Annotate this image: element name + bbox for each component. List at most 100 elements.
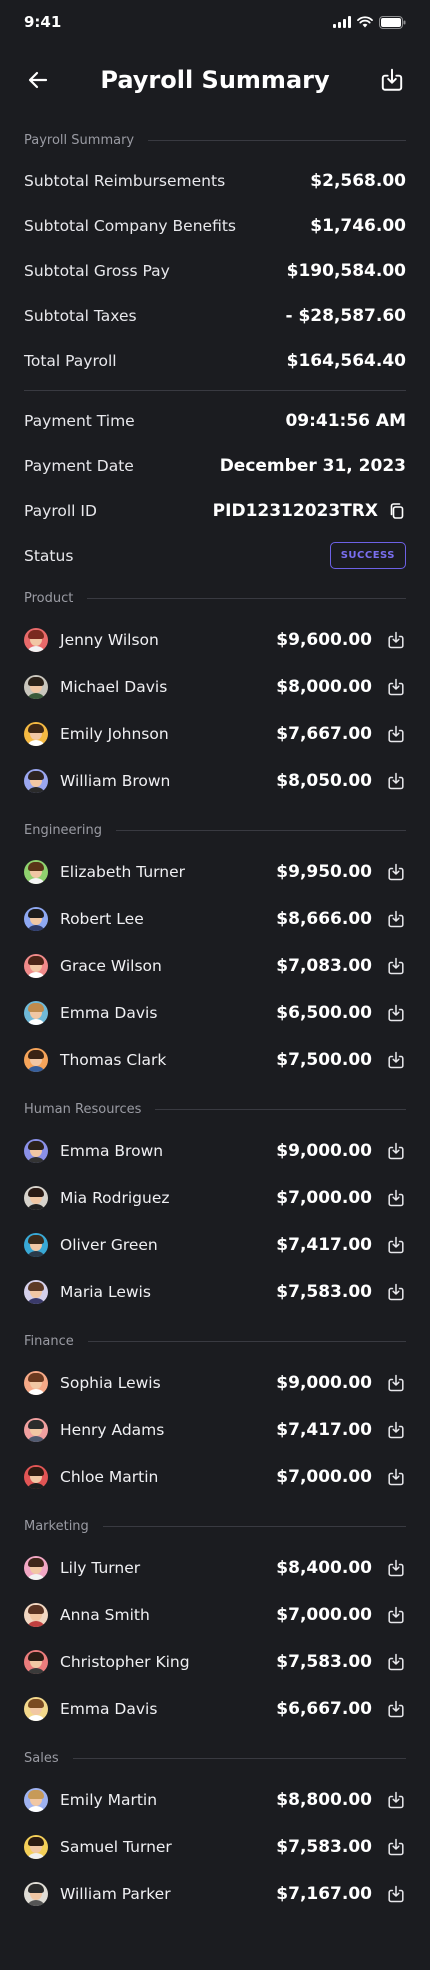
employee-row[interactable]: Emma Davis $6,667.00: [24, 1685, 406, 1732]
employee-row[interactable]: Michael Davis $8,000.00: [24, 663, 406, 710]
download-icon[interactable]: [386, 1652, 406, 1672]
employee-row[interactable]: Anna Smith $7,000.00: [24, 1591, 406, 1638]
wifi-icon: [357, 16, 373, 28]
employee-row[interactable]: Samuel Turner $7,583.00: [24, 1823, 406, 1870]
divider: [24, 390, 406, 391]
employee-amount: $8,050.00: [276, 770, 372, 791]
payroll-id-label: Payroll ID: [24, 501, 97, 520]
employee-amount: $8,666.00: [276, 908, 372, 929]
avatar: [24, 1138, 48, 1163]
download-icon[interactable]: [386, 1373, 406, 1393]
employee-name: Grace Wilson: [60, 956, 162, 975]
back-button[interactable]: [24, 66, 52, 94]
employee-amount: $7,083.00: [276, 955, 372, 976]
payment-date-label: Payment Date: [24, 456, 134, 475]
download-icon[interactable]: [386, 677, 406, 697]
download-icon[interactable]: [386, 1884, 406, 1904]
avatar: [24, 906, 48, 931]
employee-name: Michael Davis: [60, 677, 168, 696]
employee-row[interactable]: Emily Johnson $7,667.00: [24, 710, 406, 757]
payroll-id-row: Payroll ID PID12312023TRX: [24, 488, 406, 533]
department-label: Marketing: [24, 1518, 89, 1534]
employee-row[interactable]: William Parker $7,167.00: [24, 1870, 406, 1917]
summary-row-value: $2,568.00: [310, 170, 406, 191]
employee-name: Emma Brown: [60, 1141, 164, 1160]
employee-row[interactable]: Jenny Wilson $9,600.00: [24, 616, 406, 663]
employee-row[interactable]: Thomas Clark $7,500.00: [24, 1036, 406, 1083]
employee-name: Henry Adams: [60, 1420, 165, 1439]
download-icon[interactable]: [386, 909, 406, 929]
employee-row[interactable]: Christopher King $7,583.00: [24, 1638, 406, 1685]
employee-name: Samuel Turner: [60, 1837, 172, 1856]
download-icon[interactable]: [386, 1837, 406, 1857]
avatar: [24, 768, 48, 793]
avatar: [24, 1279, 48, 1304]
download-icon[interactable]: [386, 1050, 406, 1070]
employee-row[interactable]: Robert Lee $8,666.00: [24, 895, 406, 942]
summary-row: Subtotal Company Benefits $1,746.00: [24, 203, 406, 248]
avatar: [24, 1602, 48, 1627]
download-icon[interactable]: [386, 1235, 406, 1255]
employee-row[interactable]: Chloe Martin $7,000.00: [24, 1453, 406, 1500]
avatar: [24, 1649, 48, 1674]
employee-amount: $7,417.00: [276, 1234, 372, 1255]
avatar: [24, 1000, 48, 1025]
employee-name: Sophia Lewis: [60, 1373, 161, 1392]
download-icon[interactable]: [386, 1188, 406, 1208]
download-icon[interactable]: [386, 956, 406, 976]
department-label: Sales: [24, 1750, 59, 1766]
download-icon[interactable]: [386, 1699, 406, 1719]
section-label: Payroll Summary: [24, 132, 135, 148]
copy-icon[interactable]: [388, 502, 406, 520]
section-divider: [116, 829, 406, 831]
avatar: [24, 1787, 48, 1812]
payment-date-row: Payment Date December 31, 2023: [24, 443, 406, 488]
employee-name: Robert Lee: [60, 909, 144, 928]
download-icon[interactable]: [386, 630, 406, 650]
employee-row[interactable]: Mia Rodriguez $7,000.00: [24, 1174, 406, 1221]
employee-amount: $8,400.00: [276, 1557, 372, 1578]
employee-row[interactable]: Elizabeth Turner $9,950.00: [24, 848, 406, 895]
employee-amount: $7,500.00: [276, 1049, 372, 1070]
employee-row[interactable]: Maria Lewis $7,583.00: [24, 1268, 406, 1315]
employee-row[interactable]: Oliver Green $7,417.00: [24, 1221, 406, 1268]
employee-row[interactable]: William Brown $8,050.00: [24, 757, 406, 804]
status-label: Status: [24, 546, 74, 565]
employee-row[interactable]: Emma Davis $6,500.00: [24, 989, 406, 1036]
employee-row[interactable]: Henry Adams $7,417.00: [24, 1406, 406, 1453]
departments-list: Product Jenny Wilson $9,600.00 Michael Davi…: [0, 586, 430, 1917]
summary-row-value: - $28,587.60: [285, 305, 406, 326]
download-icon[interactable]: [386, 1790, 406, 1810]
download-icon[interactable]: [386, 1141, 406, 1161]
download-icon[interactable]: [386, 1467, 406, 1487]
payroll-id-value: PID12312023TRX: [212, 500, 378, 521]
department-header: Engineering: [24, 818, 406, 842]
employee-name: Anna Smith: [60, 1605, 150, 1624]
download-icon[interactable]: [386, 862, 406, 882]
download-button[interactable]: [378, 66, 406, 94]
download-icon[interactable]: [386, 1003, 406, 1023]
employee-row[interactable]: Emily Martin $8,800.00: [24, 1776, 406, 1823]
employee-row[interactable]: Grace Wilson $7,083.00: [24, 942, 406, 989]
employee-row[interactable]: Lily Turner $8,400.00: [24, 1544, 406, 1591]
download-icon[interactable]: [386, 1282, 406, 1302]
download-icon[interactable]: [386, 724, 406, 744]
section-divider: [87, 597, 406, 599]
download-icon[interactable]: [386, 1558, 406, 1578]
avatar: [24, 1881, 48, 1906]
avatar: [24, 1232, 48, 1257]
download-icon[interactable]: [386, 771, 406, 791]
employee-amount: $7,583.00: [276, 1651, 372, 1672]
avatar: [24, 859, 48, 884]
download-icon[interactable]: [386, 1605, 406, 1625]
employee-row[interactable]: Sophia Lewis $9,000.00: [24, 1359, 406, 1406]
employee-amount: $7,417.00: [276, 1419, 372, 1440]
download-icon[interactable]: [386, 1420, 406, 1440]
employee-amount: $7,167.00: [276, 1883, 372, 1904]
employee-row[interactable]: Emma Brown $9,000.00: [24, 1127, 406, 1174]
summary-row-label: Total Payroll: [24, 351, 117, 370]
